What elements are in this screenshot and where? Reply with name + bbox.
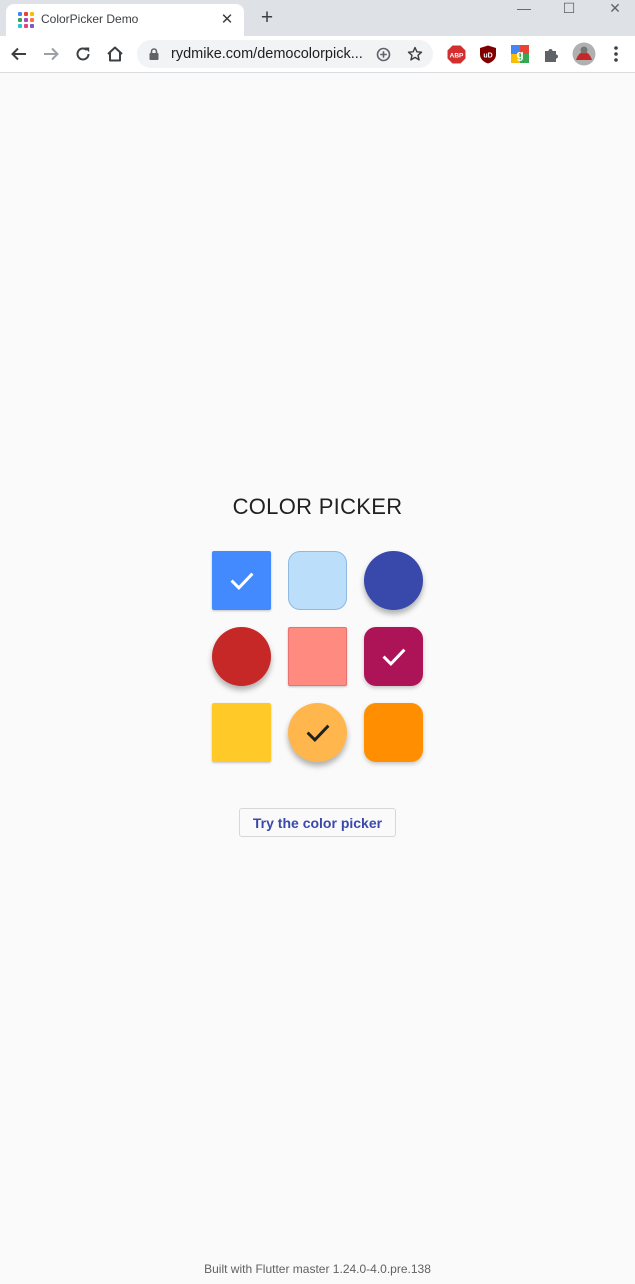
checkmark-icon — [230, 572, 253, 590]
favicon-dot — [30, 24, 34, 28]
forward-button[interactable] — [39, 42, 63, 66]
svg-text:g: g — [516, 48, 523, 62]
swatch-light-orange[interactable] — [288, 703, 347, 762]
url-text[interactable]: rydmike.com/democolorpick... — [171, 46, 367, 62]
swatch-red[interactable] — [212, 627, 271, 686]
lock-icon — [149, 48, 159, 60]
swatch-orange[interactable] — [364, 703, 423, 762]
swatch-magenta[interactable] — [364, 627, 423, 686]
address-bar[interactable]: rydmike.com/democolorpick... — [137, 40, 433, 68]
google-translate-icon[interactable]: g — [510, 44, 530, 64]
tab-strip: ColorPicker Demo ✕ + — ☐ ✕ — [0, 0, 635, 36]
favicon-dot — [24, 24, 28, 28]
kebab-menu-icon — [614, 46, 618, 62]
avatar[interactable] — [572, 42, 596, 66]
back-arrow-icon — [11, 47, 26, 61]
favicon-dot — [24, 12, 28, 16]
favicon-dot — [24, 18, 28, 22]
minimize-button[interactable]: — — [501, 0, 547, 20]
favicon-dot — [30, 18, 34, 22]
checkmark-icon — [306, 724, 329, 742]
maximize-button[interactable]: ☐ — [546, 0, 592, 20]
close-window-button[interactable]: ✕ — [592, 0, 635, 20]
colorpicker-favicon-icon — [18, 12, 34, 28]
favicon-dot — [18, 12, 22, 16]
profile-avatar-icon — [572, 42, 596, 66]
footer-text: Built with Flutter master 1.24.0-4.0.pre… — [204, 1262, 431, 1276]
swatch-indigo[interactable] — [364, 551, 423, 610]
abp-icon[interactable]: ABP — [446, 44, 466, 64]
svg-text:uD: uD — [483, 52, 492, 59]
bookmark-star-icon[interactable] — [407, 46, 423, 62]
favicon-dot — [30, 12, 34, 16]
svg-text:ABP: ABP — [449, 52, 463, 59]
home-button[interactable] — [103, 42, 127, 66]
favicon-dot — [18, 24, 22, 28]
try-color-picker-button[interactable]: Try the color picker — [239, 808, 396, 837]
abp-badge-icon: ABP — [447, 45, 465, 63]
extensions-puzzle-icon — [544, 48, 558, 62]
back-button[interactable] — [7, 42, 31, 66]
swatch-light-blue[interactable] — [288, 551, 347, 610]
reload-icon — [76, 47, 90, 61]
checkmark-icon — [382, 648, 405, 666]
favicon-dot — [18, 18, 22, 22]
page-title: COLOR PICKER — [232, 494, 403, 519]
home-icon — [107, 46, 123, 62]
menu-button[interactable] — [606, 44, 626, 64]
tab-close-icon[interactable]: ✕ — [218, 11, 236, 29]
tab-title: ColorPicker Demo — [41, 12, 139, 26]
browser-tab[interactable]: ColorPicker Demo ✕ — [6, 4, 244, 36]
swatch-blue[interactable] — [212, 551, 271, 610]
swatch-amber[interactable] — [212, 703, 271, 762]
new-tab-button[interactable]: + — [256, 7, 278, 29]
google-g-icon: g — [511, 45, 529, 63]
reload-button[interactable] — [71, 42, 95, 66]
install-app-icon[interactable] — [376, 47, 391, 62]
swatch-salmon[interactable] — [288, 627, 347, 686]
browser-toolbar: rydmike.com/democolorpick... ABP uD g — [0, 36, 635, 73]
ublock-icon[interactable]: uD — [478, 44, 498, 64]
ublock-shield-icon: uD — [480, 45, 496, 63]
forward-arrow-icon — [44, 47, 59, 61]
puzzle-icon[interactable] — [541, 44, 561, 64]
